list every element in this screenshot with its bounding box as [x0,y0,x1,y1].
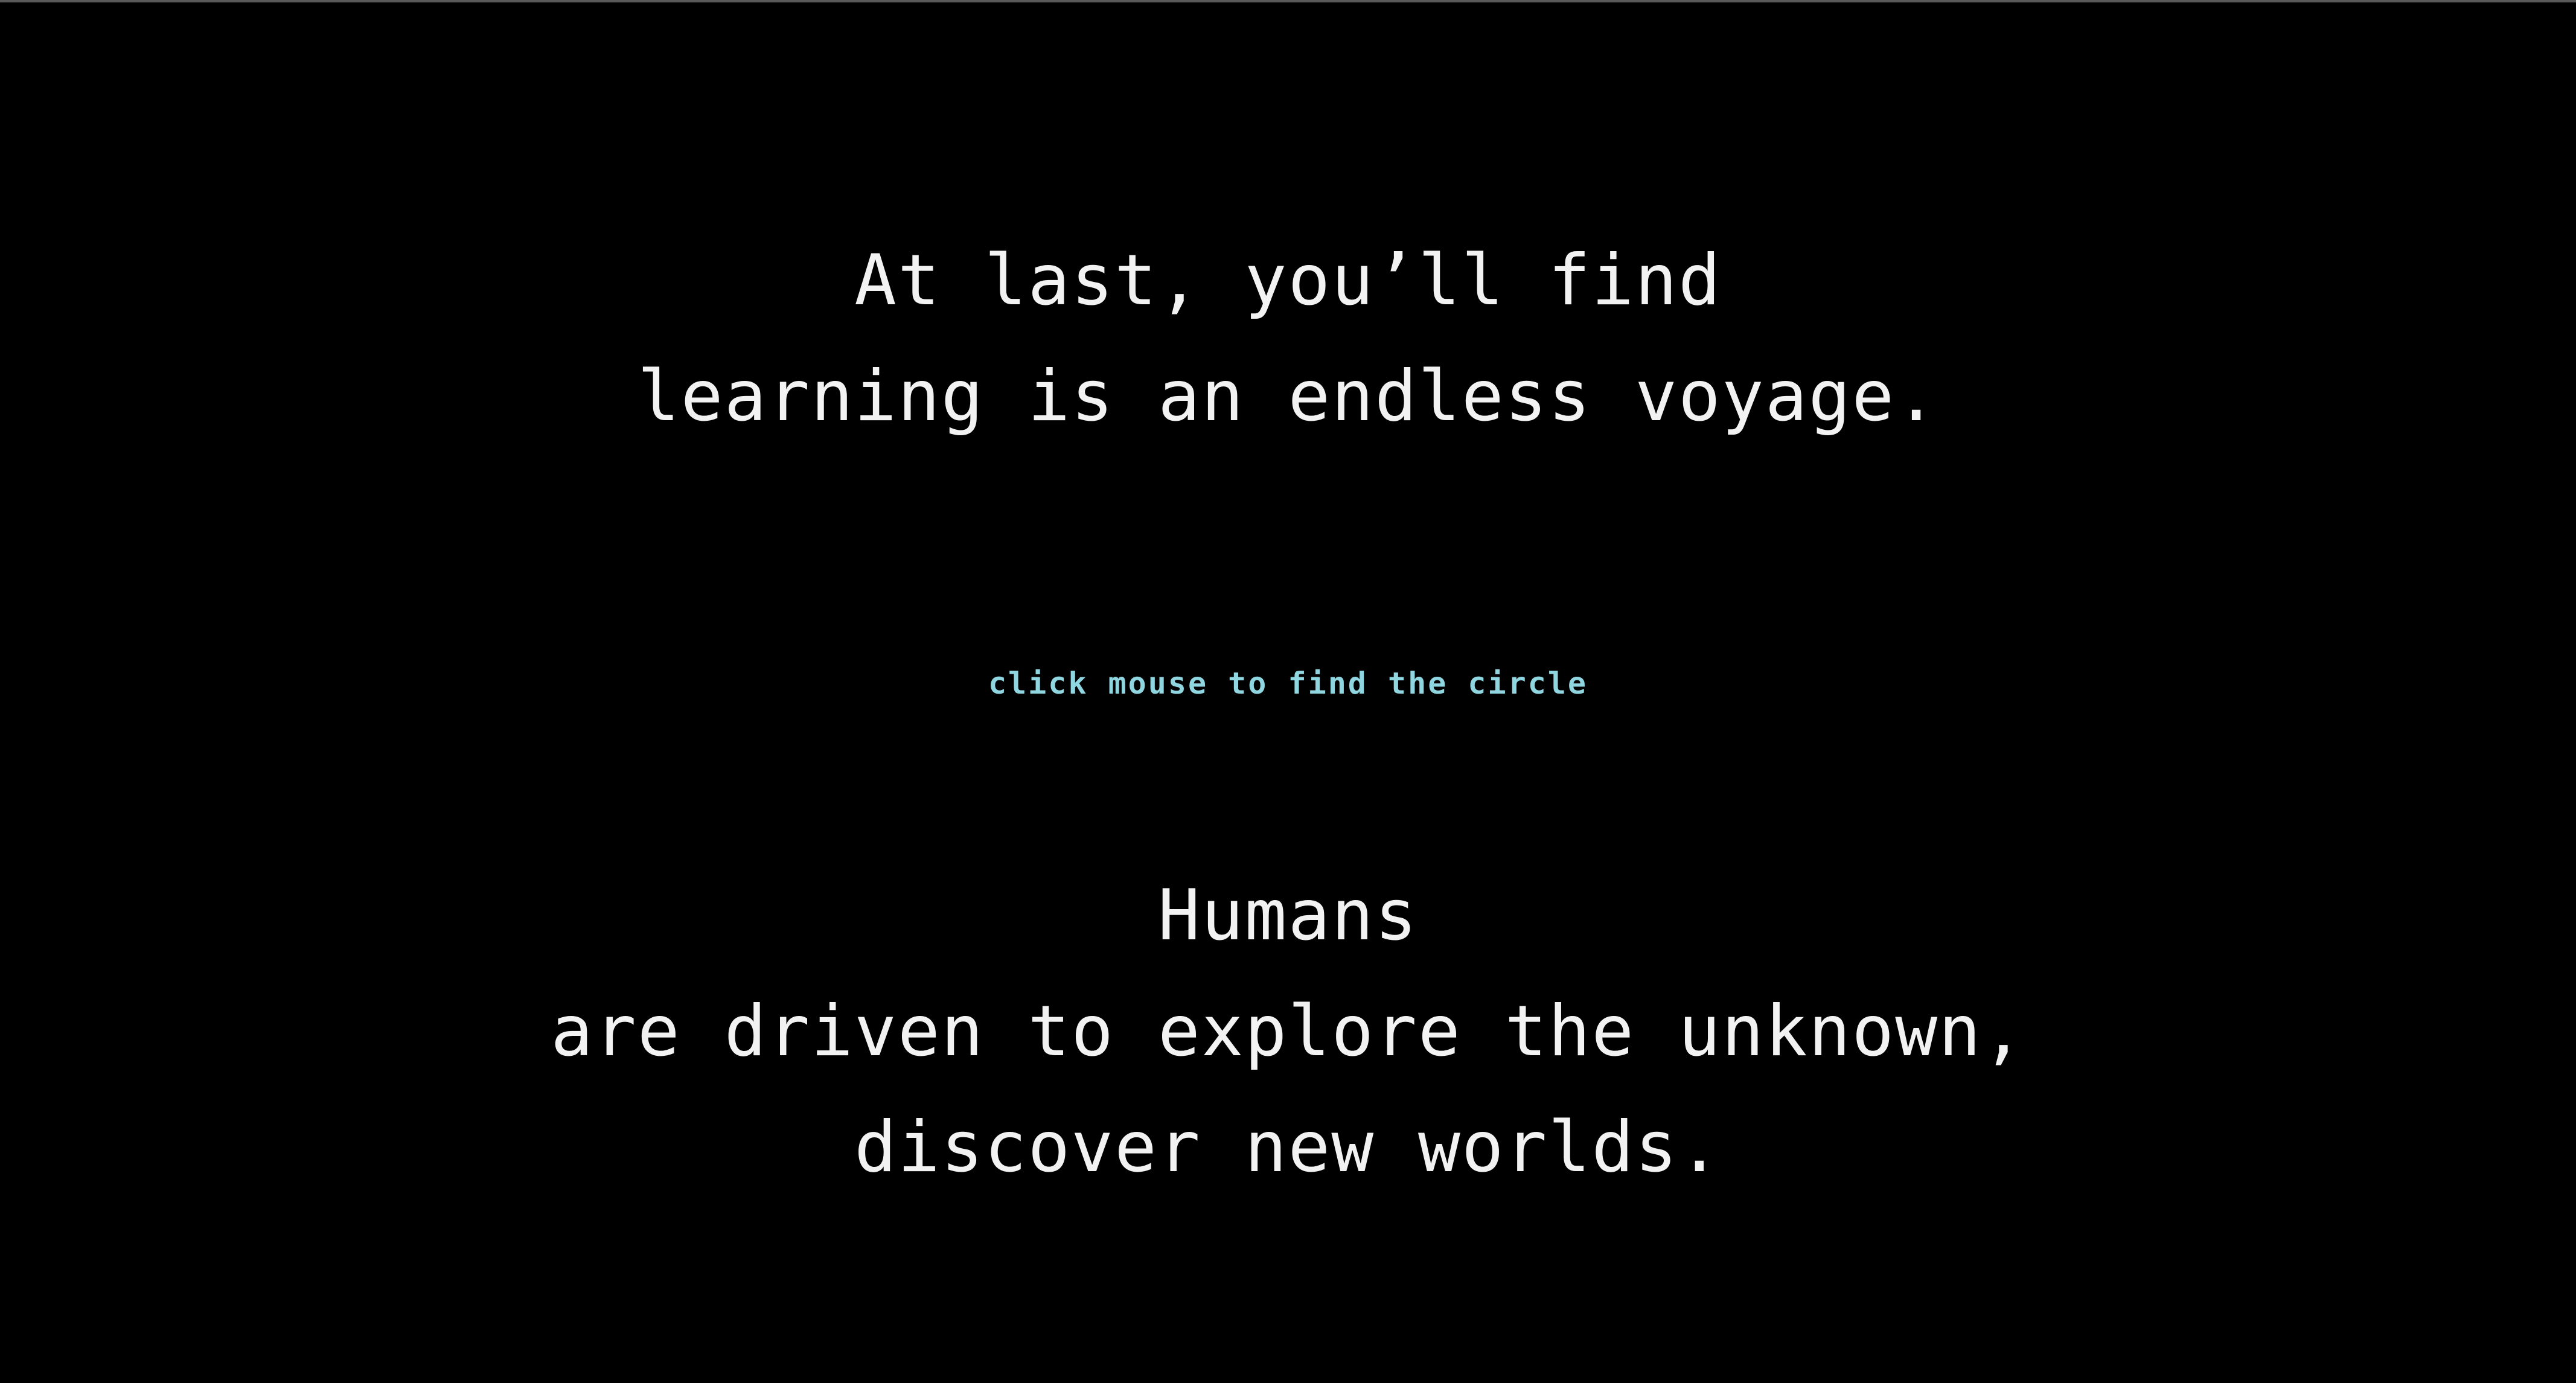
intro-line-2: learning is an endless voyage. [637,356,1939,437]
outro-line-3: discover new worlds. [854,1107,1722,1188]
outro-line-1: Humans [1157,875,1419,956]
game-canvas[interactable]: At last, you’ll find learning is an endl… [0,0,2576,1383]
outro-line-2: are driven to explore the unknown, [551,991,2025,1072]
click-hint[interactable]: click mouse to find the circle [0,668,2576,698]
intro-line-1: At last, you’ll find [854,240,1722,321]
